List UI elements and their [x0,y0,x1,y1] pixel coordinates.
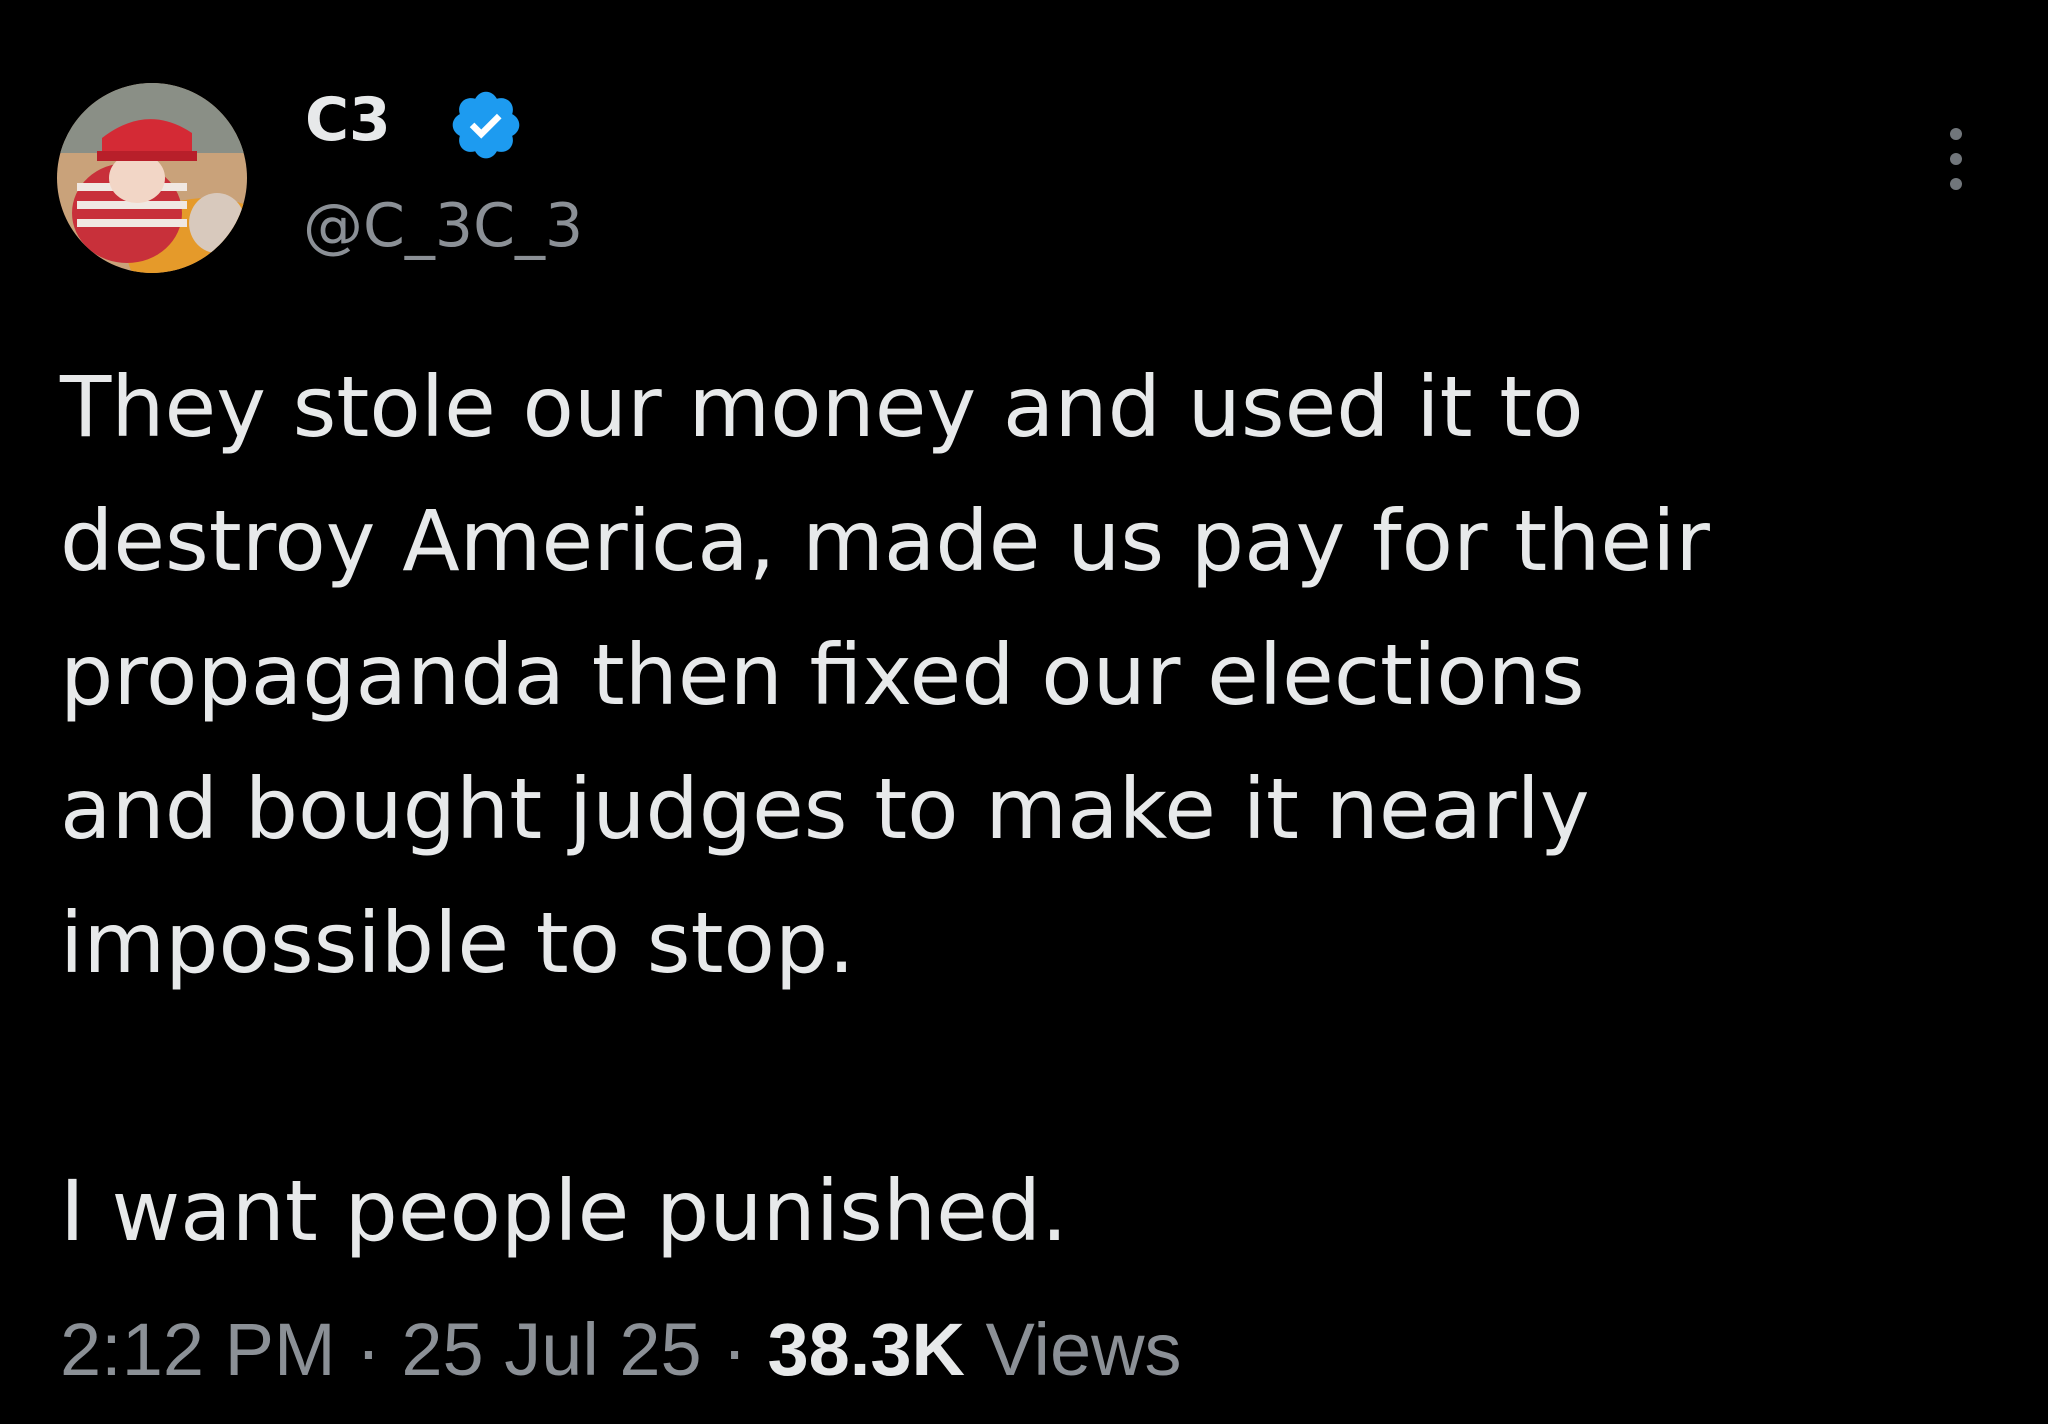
display-name[interactable]: C3 [305,82,391,158]
tweet-text-line: destroy America, made us pay for their [60,492,1710,590]
views-count[interactable]: 38.3K [767,1308,964,1391]
tweet-text-line: propaganda then fixed our elections [60,626,1585,724]
tweet-date[interactable]: 25 Jul 25 [401,1308,701,1391]
meta-separator: · [335,1308,402,1391]
tweet-text: They stole our money and used it to dest… [60,340,1960,1278]
meta-separator: · [701,1308,768,1391]
tweet-meta: 2:12 PM · 25 Jul 25 · 38.3K Views [60,1303,1182,1397]
verified-badge-icon [452,91,520,159]
more-options-icon[interactable] [1934,126,1978,192]
tweet: C3 @C_3C_3 They stole our money and used… [0,0,2048,1424]
avatar-image [57,83,247,273]
tweet-text-line: impossible to stop. [60,894,855,992]
tweet-time[interactable]: 2:12 PM [60,1308,336,1391]
tweet-text-line: They stole our money and used it to [60,358,1584,456]
tweet-text-second-paragraph: I want people punished. [60,1162,1068,1260]
avatar[interactable] [57,83,247,273]
tweet-text-line: and bought judges to make it nearly [60,760,1590,858]
user-handle[interactable]: @C_3C_3 [303,188,583,264]
views-label: Views [964,1308,1182,1391]
